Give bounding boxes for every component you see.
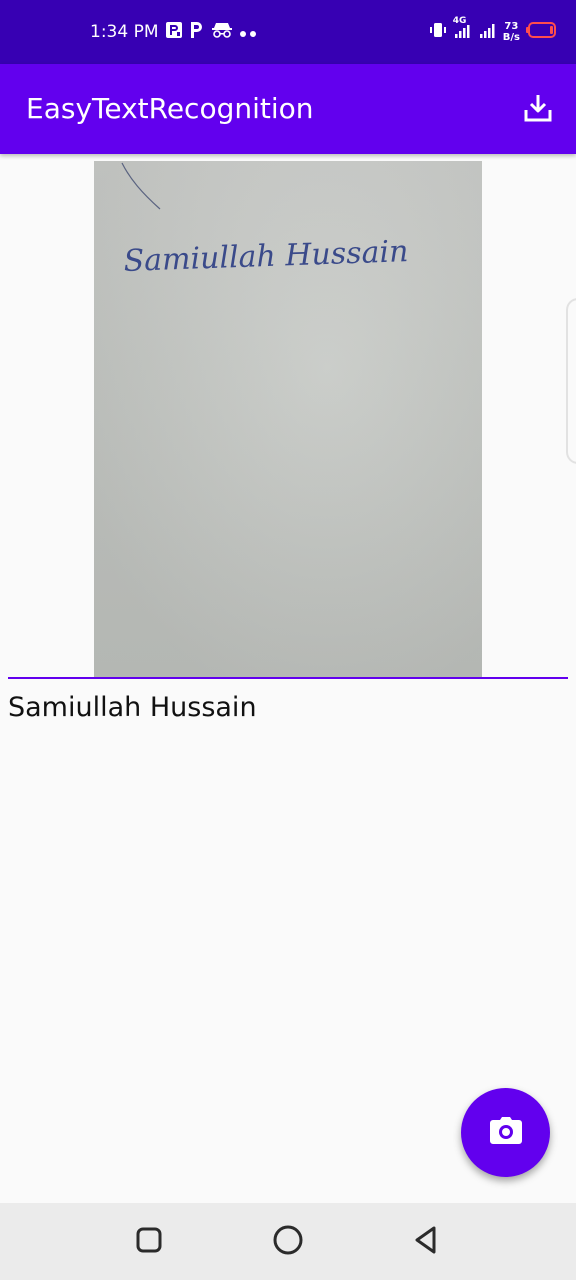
signal-icon: 4G xyxy=(453,16,473,44)
network-type-label: 4G xyxy=(452,16,467,26)
navigation-bar xyxy=(0,1203,576,1280)
status-bar: 1:34 PM 4G 73 B/s xyxy=(0,0,576,64)
net-speed: 73 B/s xyxy=(503,21,520,43)
download-button[interactable] xyxy=(520,92,556,128)
camera-button[interactable] xyxy=(461,1088,550,1177)
handwritten-text: Samiullah Hussain xyxy=(124,227,454,287)
recognized-text[interactable]: Samiullah Hussain xyxy=(8,692,257,723)
screen: 1:34 PM 4G 73 B/s EasyTextRecognition Sa… xyxy=(0,0,576,1280)
photo-pen-stroke xyxy=(121,162,161,210)
back-icon xyxy=(412,1225,440,1259)
battery-icon xyxy=(526,21,558,43)
status-right: 4G 73 B/s xyxy=(429,16,558,48)
recents-button[interactable] xyxy=(130,1223,168,1261)
home-icon xyxy=(272,1224,304,1260)
net-speed-value: 73 xyxy=(504,21,519,32)
net-speed-unit: B/s xyxy=(502,32,520,43)
recents-icon xyxy=(135,1226,163,1258)
more-dots-icon xyxy=(239,23,257,42)
vibrate-icon xyxy=(429,21,447,43)
result-underline xyxy=(8,677,568,679)
status-left: 1:34 PM xyxy=(90,20,257,44)
home-button[interactable] xyxy=(269,1223,307,1261)
app-bar: EasyTextRecognition xyxy=(0,64,576,154)
edge-panel-handle[interactable] xyxy=(566,298,576,464)
parking-icon xyxy=(189,21,205,43)
captured-photo: Samiullah Hussain xyxy=(94,161,482,677)
status-time: 1:34 PM xyxy=(90,22,159,42)
back-button[interactable] xyxy=(407,1223,445,1261)
incognito-icon xyxy=(211,21,233,43)
signal-icon-2 xyxy=(479,21,497,43)
parking-app-icon xyxy=(165,21,183,43)
camera-icon xyxy=(489,1116,523,1150)
download-icon xyxy=(522,92,554,128)
handwritten-text-label: Samiullah Hussain xyxy=(124,234,409,279)
app-title: EasyTextRecognition xyxy=(26,92,314,125)
